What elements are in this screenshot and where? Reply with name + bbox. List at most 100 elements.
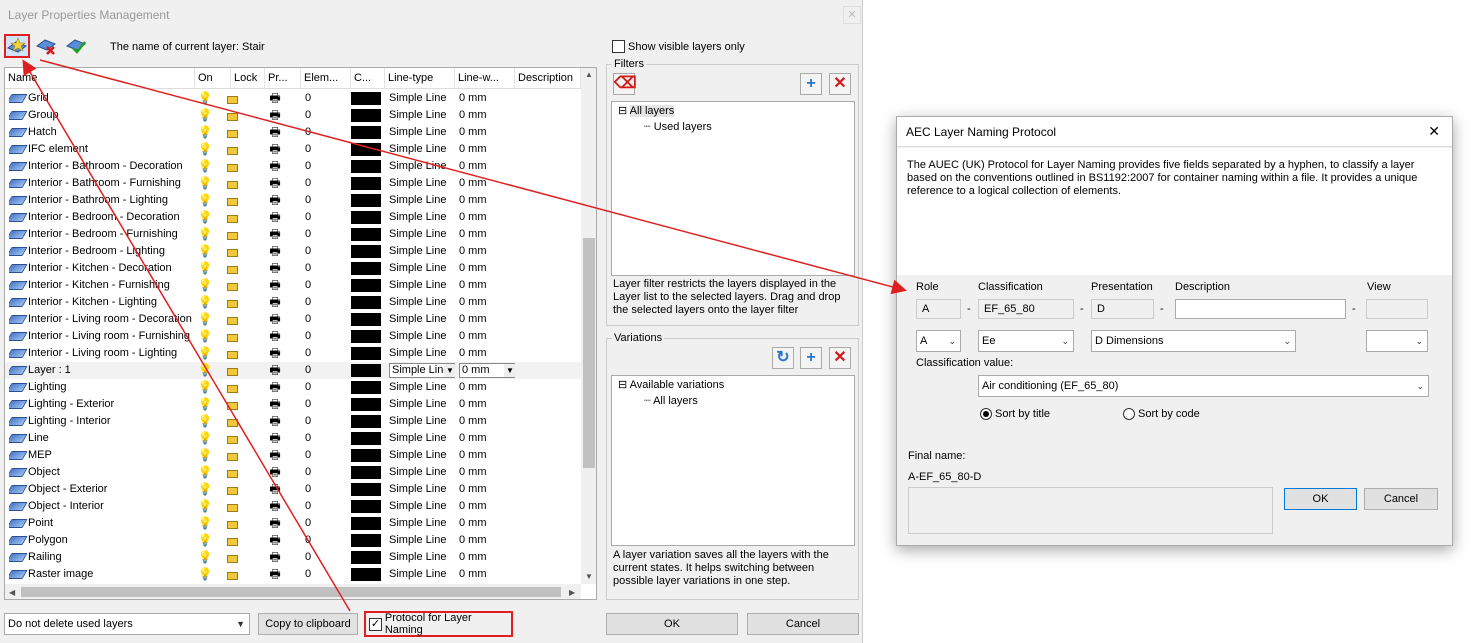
scroll-left-icon[interactable]: ◀: [9, 588, 15, 597]
linetype-cell[interactable]: Simple Line ▼: [389, 362, 455, 379]
color-swatch[interactable]: [351, 107, 383, 124]
color-swatch[interactable]: [351, 243, 383, 260]
layer-name-cell[interactable]: Line: [9, 430, 195, 447]
layer-name-cell[interactable]: IFC element: [9, 141, 195, 158]
sort-by-title-radio[interactable]: Sort by title: [980, 408, 1050, 421]
lock-icon[interactable]: [227, 515, 249, 532]
bulb-icon[interactable]: 💡: [195, 515, 215, 532]
table-row[interactable]: Object - Exterior 💡 🖶 0 Simple Line 0 mm: [5, 481, 581, 498]
linetype-cell[interactable]: Simple Line: [389, 192, 455, 209]
lock-icon[interactable]: [227, 430, 249, 447]
table-row[interactable]: Grid 💡 🖶 0 Simple Line 0 mm: [5, 90, 581, 107]
table-row[interactable]: Interior - Living room - Furnishing 💡 🖶 …: [5, 328, 581, 345]
color-swatch[interactable]: [351, 396, 383, 413]
color-swatch[interactable]: [351, 498, 383, 515]
delete-variation-button[interactable]: ✕: [829, 347, 851, 369]
printer-icon[interactable]: 🖶: [263, 192, 287, 209]
add-filter-button[interactable]: +: [800, 73, 822, 95]
presentation-select[interactable]: D Dimensions ⌄: [1091, 330, 1296, 352]
layer-name-cell[interactable]: Object - Exterior: [9, 481, 195, 498]
linewidth-cell[interactable]: 0 mm: [459, 566, 515, 583]
table-row[interactable]: Raster image 💡 🖶 0 Simple Line 0 mm: [5, 566, 581, 583]
printer-icon[interactable]: 🖶: [263, 566, 287, 583]
column-header[interactable]: Line-type: [385, 68, 455, 89]
column-header[interactable]: Name: [5, 68, 195, 89]
column-header[interactable]: Lock: [231, 68, 265, 89]
linetype-cell[interactable]: Simple Line: [389, 175, 455, 192]
printer-icon[interactable]: 🖶: [263, 345, 287, 362]
printer-icon[interactable]: 🖶: [263, 464, 287, 481]
linetype-select[interactable]: Simple Line ▼: [389, 363, 455, 378]
vertical-scrollbar[interactable]: ▲ ▼: [581, 68, 596, 584]
lock-icon[interactable]: [227, 328, 249, 345]
lock-icon[interactable]: [227, 481, 249, 498]
linetype-cell[interactable]: Simple Line: [389, 294, 455, 311]
table-row[interactable]: Interior - Bathroom - Furnishing 💡 🖶 0 S…: [5, 175, 581, 192]
table-row[interactable]: Interior - Bathroom - Lighting 💡 🖶 0 Sim…: [5, 192, 581, 209]
bulb-icon[interactable]: 💡: [195, 430, 215, 447]
column-header[interactable]: On: [195, 68, 231, 89]
column-header[interactable]: Elem...: [301, 68, 351, 89]
lock-icon[interactable]: [227, 447, 249, 464]
linetype-cell[interactable]: Simple Line: [389, 379, 455, 396]
lock-icon[interactable]: [227, 566, 249, 583]
color-swatch[interactable]: [351, 328, 383, 345]
bulb-icon[interactable]: 💡: [195, 226, 215, 243]
bulb-icon[interactable]: 💡: [195, 413, 215, 430]
table-row[interactable]: Lighting - Interior 💡 🖶 0 Simple Line 0 …: [5, 413, 581, 430]
linewidth-cell[interactable]: 0 mm: [459, 226, 515, 243]
table-row[interactable]: Interior - Living room - Lighting 💡 🖶 0 …: [5, 345, 581, 362]
delete-option-select[interactable]: Do not delete used layers ▼: [4, 613, 250, 635]
bulb-icon[interactable]: 💡: [195, 447, 215, 464]
lock-icon[interactable]: [227, 362, 249, 379]
lock-icon[interactable]: [227, 90, 249, 107]
linewidth-cell[interactable]: 0 mm: [459, 447, 515, 464]
linetype-cell[interactable]: Simple Line: [389, 141, 455, 158]
linewidth-cell[interactable]: 0 mm: [459, 515, 515, 532]
table-row[interactable]: Interior - Kitchen - Lighting 💡 🖶 0 Simp…: [5, 294, 581, 311]
close-icon[interactable]: ✕: [843, 6, 861, 24]
show-visible-checkbox[interactable]: Show visible layers only: [612, 40, 745, 53]
linewidth-cell[interactable]: 0 mm: [459, 192, 515, 209]
color-swatch[interactable]: [351, 549, 383, 566]
color-swatch[interactable]: [351, 532, 383, 549]
color-swatch[interactable]: [351, 345, 383, 362]
printer-icon[interactable]: 🖶: [263, 515, 287, 532]
cancel-button[interactable]: Cancel: [747, 613, 859, 635]
printer-icon[interactable]: 🖶: [263, 158, 287, 175]
lock-icon[interactable]: [227, 396, 249, 413]
lock-icon[interactable]: [227, 175, 249, 192]
bulb-icon[interactable]: 💡: [195, 141, 215, 158]
delete-layer-button[interactable]: [33, 34, 59, 58]
linewidth-cell[interactable]: 0 mm: [459, 345, 515, 362]
linetype-cell[interactable]: Simple Line: [389, 413, 455, 430]
color-swatch[interactable]: [351, 124, 383, 141]
layer-name-cell[interactable]: Interior - Bedroom - Lighting: [9, 243, 195, 260]
linewidth-cell[interactable]: 0 mm: [459, 260, 515, 277]
printer-icon[interactable]: 🖶: [263, 90, 287, 107]
apply-layer-button[interactable]: [63, 34, 89, 58]
layer-name-cell[interactable]: Interior - Kitchen - Decoration: [9, 260, 195, 277]
lock-icon[interactable]: [227, 141, 249, 158]
color-swatch[interactable]: [351, 226, 383, 243]
linewidth-cell[interactable]: 0 mm: [459, 158, 515, 175]
tree-node-all-layers[interactable]: ⊟ All layers: [618, 104, 675, 117]
printer-icon[interactable]: 🖶: [263, 226, 287, 243]
table-row[interactable]: Railing 💡 🖶 0 Simple Line 0 mm: [5, 549, 581, 566]
printer-icon[interactable]: 🖶: [263, 379, 287, 396]
table-row[interactable]: Interior - Bedroom - Lighting 💡 🖶 0 Simp…: [5, 243, 581, 260]
linewidth-cell[interactable]: 0 mm: [459, 107, 515, 124]
filters-tree[interactable]: ⊟ All layers ┈ Used layers: [611, 101, 855, 276]
color-swatch[interactable]: [351, 175, 383, 192]
table-row[interactable]: Interior - Bedroom - Furnishing 💡 🖶 0 Si…: [5, 226, 581, 243]
printer-icon[interactable]: 🖶: [263, 447, 287, 464]
layer-name-cell[interactable]: Raster image: [9, 566, 195, 583]
bulb-icon[interactable]: 💡: [195, 566, 215, 583]
bulb-icon[interactable]: 💡: [195, 549, 215, 566]
layer-name-cell[interactable]: Interior - Bedroom - Furnishing: [9, 226, 195, 243]
tree-node-all-layers[interactable]: ┈ All layers: [644, 394, 698, 407]
layer-name-cell[interactable]: Layer : 1: [9, 362, 195, 379]
bulb-icon[interactable]: 💡: [195, 192, 215, 209]
linewidth-select[interactable]: 0 mm ▼: [459, 363, 515, 378]
bulb-icon[interactable]: 💡: [195, 498, 215, 515]
